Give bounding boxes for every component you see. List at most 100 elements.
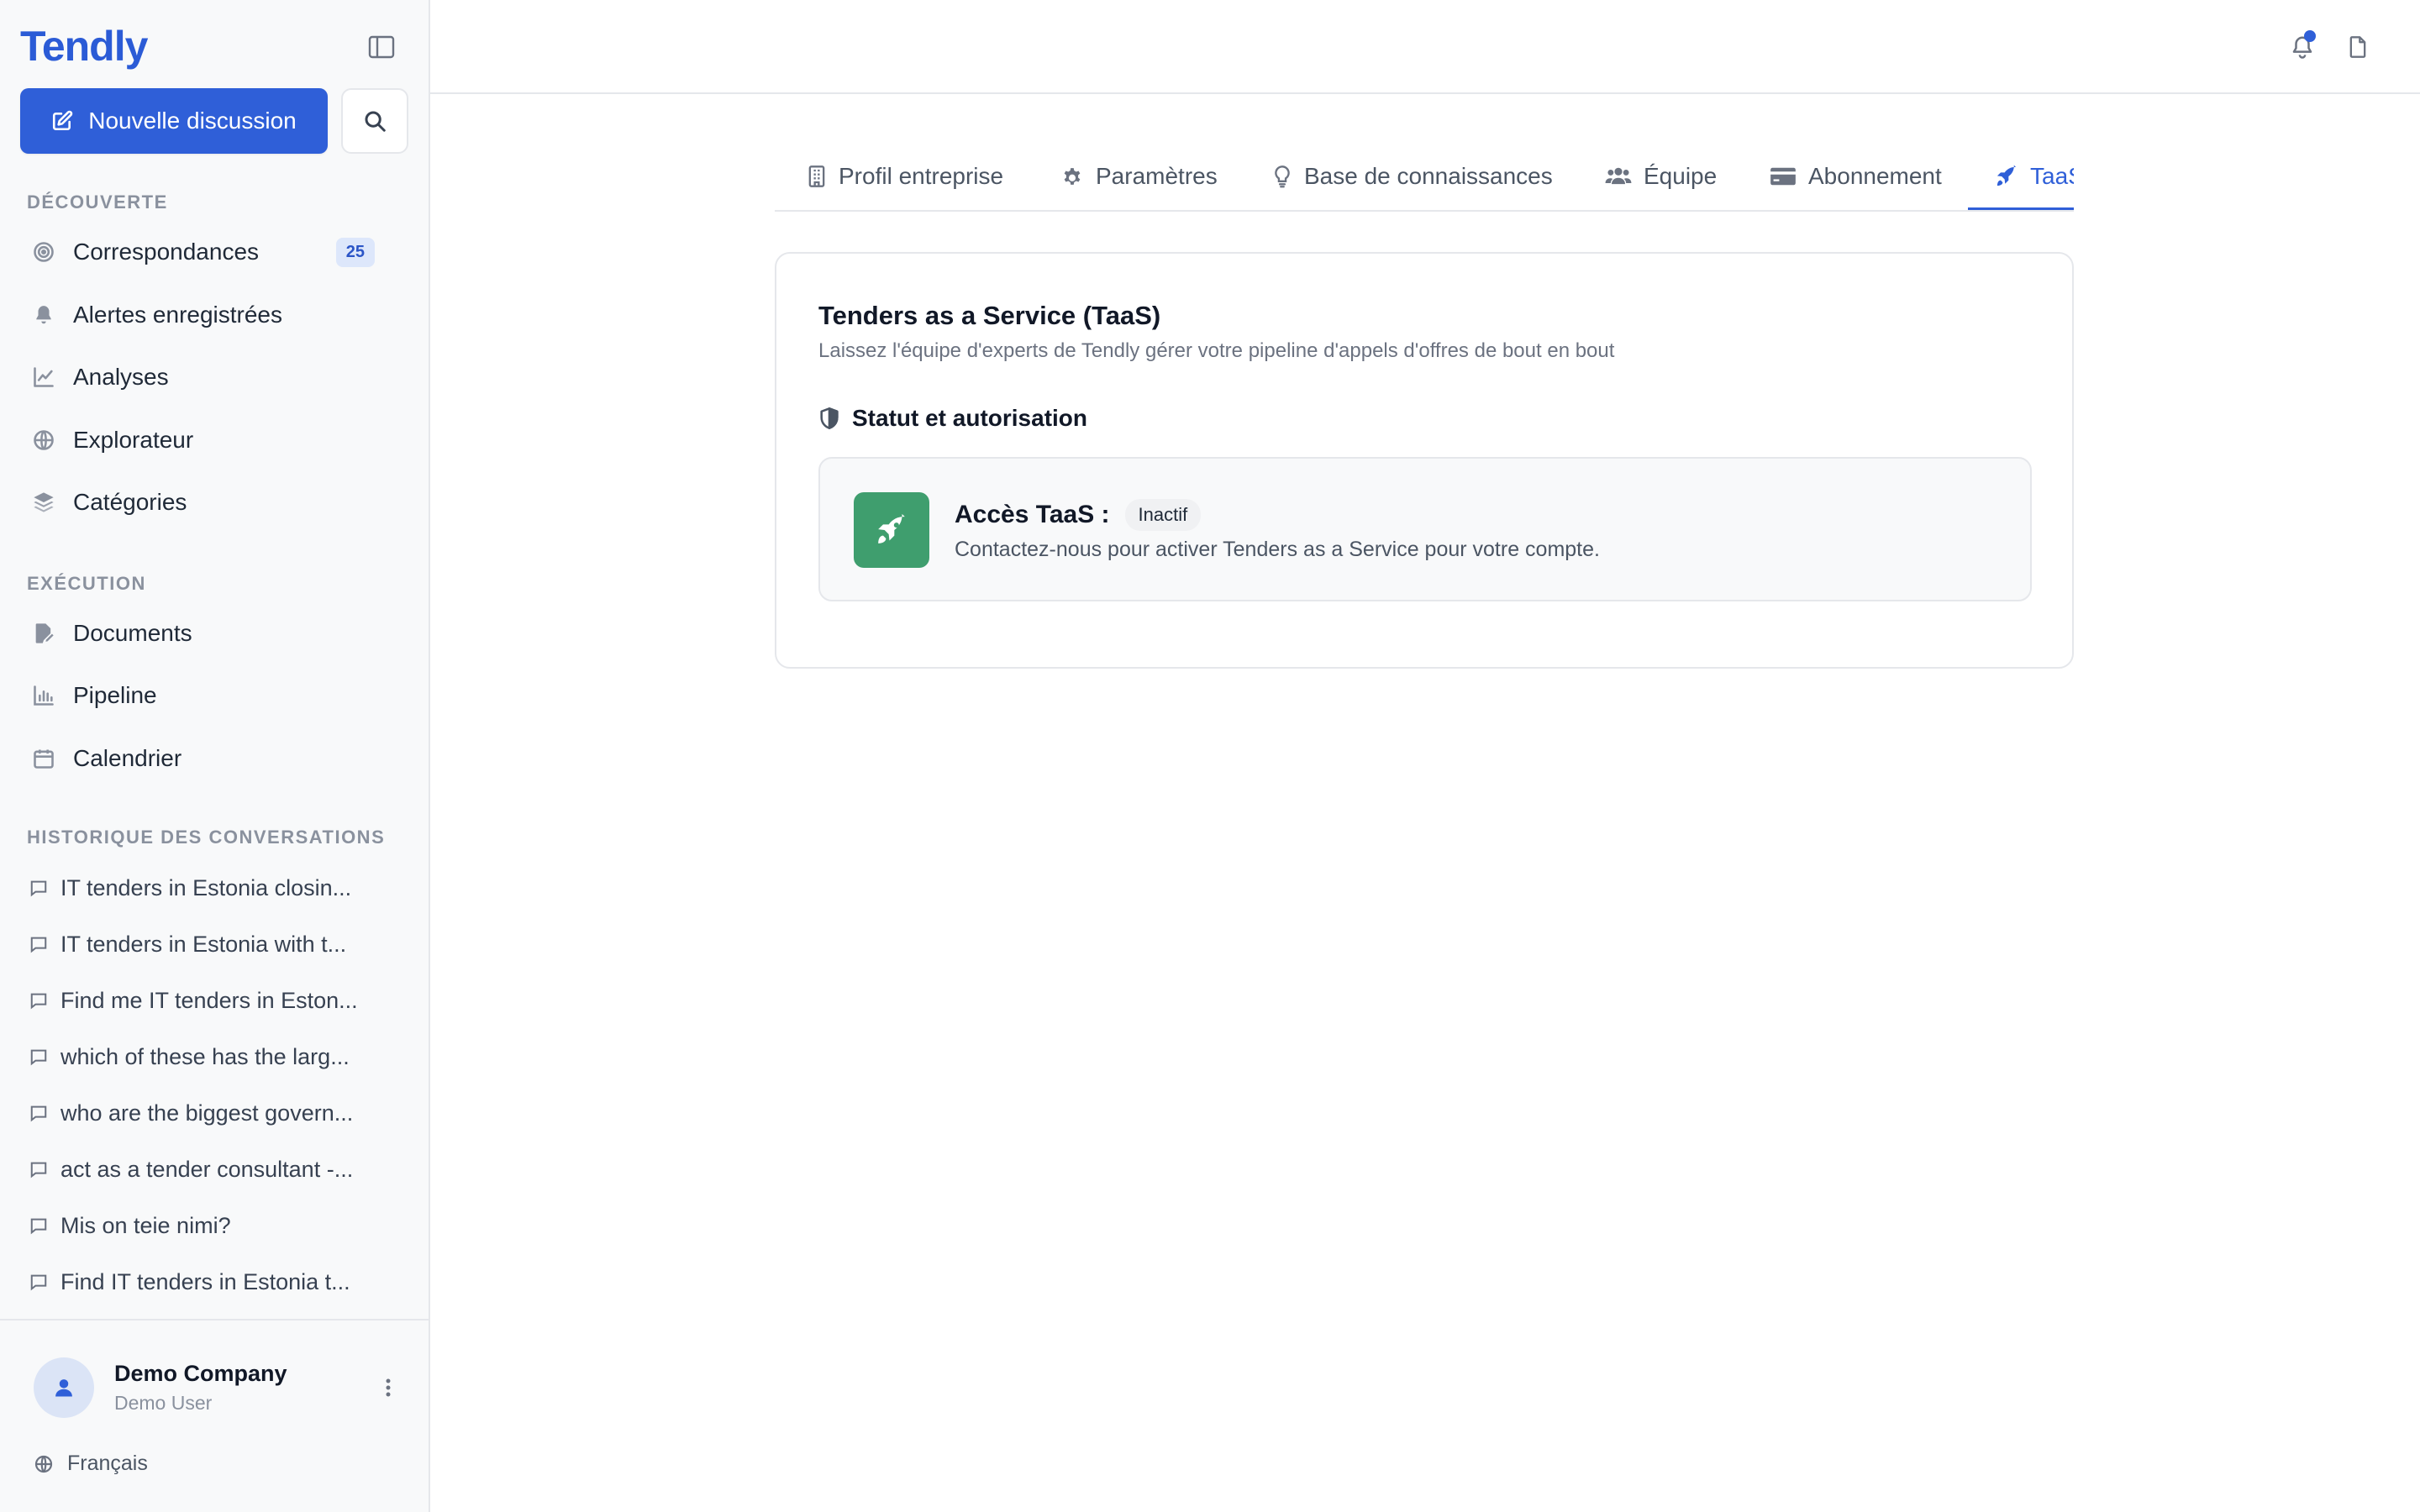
tab-label: Abonnement xyxy=(1808,163,1942,189)
tab-label: TaaS xyxy=(2030,163,2074,189)
new-discussion-button[interactable]: Nouvelle discussion xyxy=(20,88,328,154)
conversation-label: Mis on teie nimi? xyxy=(60,1212,231,1238)
taas-card: Tenders as a Service (TaaS) Laissez l'éq… xyxy=(775,252,2074,669)
conversation-item[interactable]: Find me IT tenders in Eston... xyxy=(20,976,410,1025)
access-status-box: Accès TaaS : Inactif Contactez-nous pour… xyxy=(818,457,2032,601)
tab-label: Base de connaissances xyxy=(1304,163,1553,189)
sidebar-item-categories[interactable]: Catégories xyxy=(20,475,410,529)
rocket-tile xyxy=(854,492,929,568)
tab-taas[interactable]: TaaS xyxy=(1995,141,2074,210)
brand-logo[interactable]: Tendly xyxy=(20,22,148,71)
sidebar-item-explorateur[interactable]: Explorateur xyxy=(20,413,410,467)
avatar xyxy=(34,1357,94,1418)
user-icon xyxy=(55,1379,72,1397)
sidebar-item-label: Explorateur xyxy=(73,427,194,453)
app-root: Tendly Nouvelle discussion DÉCOUVERTE Co… xyxy=(0,0,2420,1512)
shield-icon xyxy=(820,407,839,429)
conversation-item[interactable]: Mis on teie nimi? xyxy=(20,1201,410,1250)
message-icon xyxy=(24,1216,54,1235)
section-title-execution: EXÉCUTION xyxy=(27,573,146,594)
sidebar: Tendly Nouvelle discussion DÉCOUVERTE Co… xyxy=(0,0,430,1512)
message-icon xyxy=(24,1047,54,1066)
conversation-label: act as a tender consultant -... xyxy=(60,1156,354,1182)
building-icon xyxy=(808,165,825,187)
notifications-button[interactable] xyxy=(2284,29,2321,66)
conversation-item[interactable]: which of these has the larg... xyxy=(20,1032,410,1081)
tab-parametres[interactable]: Paramètres xyxy=(1060,141,1218,210)
conversation-item[interactable]: who are the biggest govern... xyxy=(20,1089,410,1137)
access-description: Contactez-nous pour activer Tenders as a… xyxy=(955,538,1600,561)
line-chart-icon xyxy=(24,357,64,397)
tab-profil-entreprise[interactable]: Profil entreprise xyxy=(807,141,1004,210)
document-button[interactable] xyxy=(2339,29,2376,66)
active-tab-indicator xyxy=(1968,207,2074,210)
search-icon xyxy=(365,111,386,132)
user-card[interactable]: Demo Company Demo User xyxy=(34,1354,403,1421)
language-selector[interactable]: Français xyxy=(34,1452,148,1476)
credit-card-icon xyxy=(1770,167,1796,186)
top-bar xyxy=(430,0,2420,94)
sidebar-toggle-icon xyxy=(368,35,395,59)
card-title: Tenders as a Service (TaaS) xyxy=(818,301,1161,330)
conversation-label: IT tenders in Estonia with t... xyxy=(60,931,347,957)
sidebar-item-label: Catégories xyxy=(73,489,187,515)
conversation-item[interactable]: act as a tender consultant -... xyxy=(20,1145,410,1194)
tab-equipe[interactable]: Équipe xyxy=(1605,141,1718,210)
conversation-label: which of these has the larg... xyxy=(60,1043,350,1069)
message-icon xyxy=(24,1160,54,1179)
message-icon xyxy=(24,991,54,1010)
sidebar-item-label: Alertes enregistrées xyxy=(73,302,283,328)
bar-chart-icon xyxy=(24,675,64,716)
globe-icon xyxy=(34,1455,53,1473)
tab-abonnement[interactable]: Abonnement xyxy=(1770,141,1942,210)
tab-base-de-connaissances[interactable]: Base de connaissances xyxy=(1272,141,1553,210)
status-heading-label: Statut et autorisation xyxy=(852,405,1088,431)
access-title: Accès TaaS : Inactif xyxy=(955,499,1202,531)
layers-icon xyxy=(24,482,64,522)
conversation-item[interactable]: IT tenders in Estonia with t... xyxy=(20,920,410,969)
message-icon xyxy=(24,879,54,897)
status-heading: Statut et autorisation xyxy=(818,405,1087,432)
conversation-label: Find IT tenders in Estonia t... xyxy=(60,1268,350,1294)
conversation-label: who are the biggest govern... xyxy=(60,1100,354,1126)
rocket-icon xyxy=(1996,165,2017,186)
sidebar-item-documents[interactable]: Documents xyxy=(20,606,410,660)
rocket-icon xyxy=(878,513,905,543)
sidebar-item-correspondances[interactable]: Correspondances 25 xyxy=(20,225,410,279)
sidebar-item-analyses[interactable]: Analyses xyxy=(20,350,410,404)
conversation-item[interactable]: IT tenders in Estonia closin... xyxy=(20,864,410,912)
more-vertical-icon xyxy=(386,1378,391,1397)
sidebar-item-label: Pipeline xyxy=(73,682,157,708)
section-title-discover: DÉCOUVERTE xyxy=(27,192,168,213)
card-subtitle: Laissez l'équipe d'experts de Tendly gér… xyxy=(818,339,1615,362)
edit-icon xyxy=(53,110,73,131)
sidebar-footer: Demo Company Demo User Français xyxy=(0,1319,429,1512)
sidebar-item-label: Documents xyxy=(73,620,192,646)
new-discussion-label: Nouvelle discussion xyxy=(88,108,297,134)
sidebar-item-calendrier[interactable]: Calendrier xyxy=(20,732,410,785)
sidebar-item-label: Correspondances xyxy=(73,239,260,265)
section-title-history: HISTORIQUE DES CONVERSATIONS xyxy=(27,827,386,848)
user-name: Demo Company xyxy=(114,1361,287,1386)
sidebar-item-alertes[interactable]: Alertes enregistrées xyxy=(20,288,410,342)
user-menu-button[interactable] xyxy=(373,1373,403,1403)
conversation-item[interactable]: Find IT tenders in Estonia t... xyxy=(20,1257,410,1306)
count-badge: 25 xyxy=(335,238,375,267)
tab-label: Équipe xyxy=(1644,163,1718,189)
tab-label: Paramètres xyxy=(1096,163,1218,189)
sidebar-toggle-button[interactable] xyxy=(363,32,400,62)
calendar-icon xyxy=(24,738,64,779)
message-icon xyxy=(24,935,54,953)
status-badge: Inactif xyxy=(1124,499,1202,531)
conversation-label: IT tenders in Estonia closin... xyxy=(60,874,352,900)
bell-icon xyxy=(24,295,64,335)
sidebar-item-pipeline[interactable]: Pipeline xyxy=(20,669,410,722)
sidebar-item-label: Analyses xyxy=(73,364,169,390)
settings-tabs: Profil entreprise Paramètres Base de con… xyxy=(775,141,2074,212)
language-label: Français xyxy=(67,1452,148,1475)
target-icon xyxy=(24,232,64,272)
tab-label: Profil entreprise xyxy=(839,163,1004,189)
search-button[interactable] xyxy=(341,88,408,154)
gear-icon xyxy=(1064,168,1081,185)
file-edit-icon xyxy=(24,613,64,654)
